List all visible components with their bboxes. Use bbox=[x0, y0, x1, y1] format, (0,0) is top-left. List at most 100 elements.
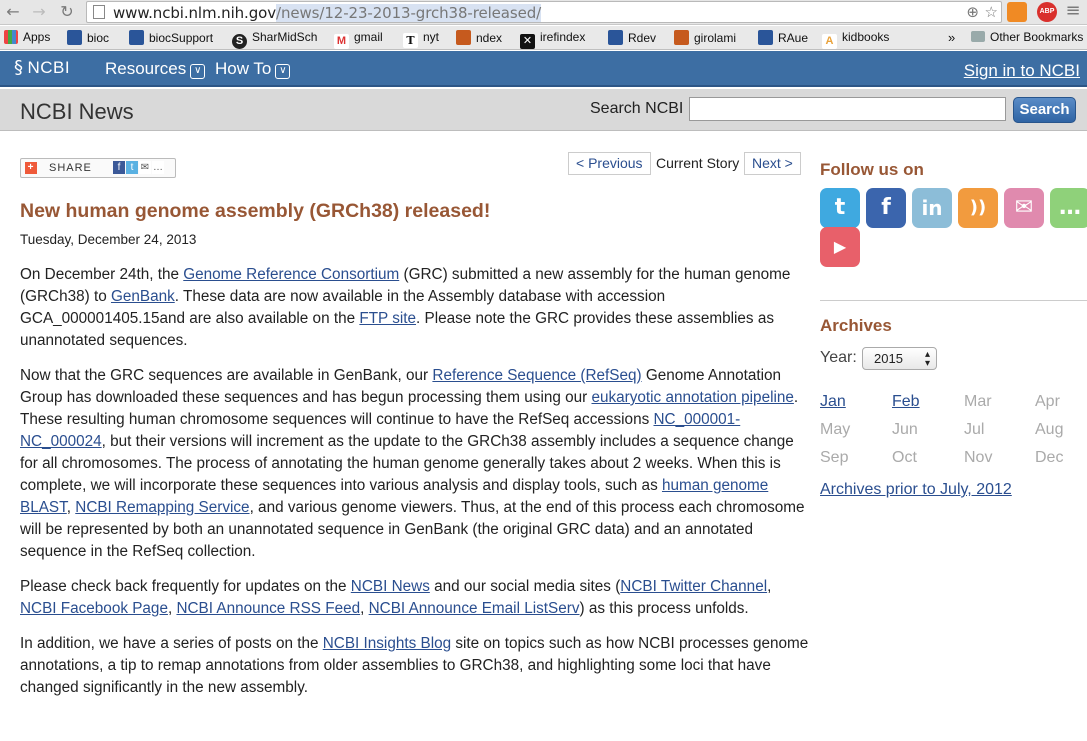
insights-blog-link[interactable]: NCBI Insights Blog bbox=[323, 635, 451, 652]
menu-icon[interactable]: ≡ bbox=[1064, 0, 1082, 21]
month-apr: Apr bbox=[1035, 393, 1060, 410]
sharmidsch-icon: S bbox=[232, 34, 247, 49]
bookmark-rdev[interactable]: Rdev bbox=[608, 30, 656, 45]
ncbi-helix-icon: § bbox=[14, 57, 24, 78]
bookmark-nyt[interactable]: Tnyt bbox=[403, 30, 439, 48]
linkedin-icon[interactable]: in bbox=[912, 188, 952, 228]
month-dec: Dec bbox=[1035, 449, 1064, 466]
social-icons: t f in )) ✉ … ▶ bbox=[820, 188, 1087, 273]
article: New human genome assembly (GRCh38) relea… bbox=[20, 200, 810, 699]
email-icon[interactable]: ✉ bbox=[1004, 188, 1044, 228]
bookmark-sharmidsch[interactable]: S SharMidSch bbox=[232, 30, 317, 49]
nav-resources[interactable]: Resources ∨ bbox=[105, 59, 206, 79]
twitter-icon[interactable]: t bbox=[820, 188, 860, 228]
month-mar: Mar bbox=[964, 393, 992, 410]
month-nov: Nov bbox=[964, 449, 993, 466]
search-button[interactable]: Search bbox=[1013, 97, 1076, 123]
bookmarks-overflow[interactable]: » bbox=[948, 30, 955, 45]
search-input[interactable] bbox=[689, 97, 1006, 121]
bookmark-girolami[interactable]: girolami bbox=[674, 30, 736, 45]
ncbi-news-link[interactable]: NCBI News bbox=[351, 578, 430, 595]
archives-prior-link[interactable]: Archives prior to July, 2012 bbox=[820, 481, 1012, 499]
month-jan[interactable]: Jan bbox=[820, 393, 846, 411]
page-title: NCBI News bbox=[20, 99, 134, 124]
genbank-link[interactable]: GenBank bbox=[111, 288, 175, 305]
ftp-site-link[interactable]: FTP site bbox=[359, 310, 416, 327]
article-paragraph: In addition, we have a series of posts o… bbox=[20, 635, 809, 696]
refseq-link[interactable]: Reference Sequence (RefSeq) bbox=[432, 367, 641, 384]
email-mini-icon[interactable]: ✉ bbox=[139, 161, 151, 174]
twitter-mini-icon[interactable]: t bbox=[126, 161, 138, 174]
bioc-icon bbox=[129, 30, 144, 45]
adblock-icon[interactable]: ABP bbox=[1037, 2, 1057, 22]
share-widget[interactable]: + SHARE f t ✉… bbox=[20, 158, 176, 178]
month-may: May bbox=[820, 421, 851, 438]
previous-story-link[interactable]: < Previous bbox=[568, 152, 651, 175]
forward-icon[interactable]: → bbox=[30, 2, 48, 21]
ncbi-logo[interactable]: § NCBI bbox=[14, 57, 70, 78]
remapping-service-link[interactable]: NCBI Remapping Service bbox=[75, 499, 249, 516]
facebook-icon[interactable]: f bbox=[866, 188, 906, 228]
month-feb[interactable]: Feb bbox=[892, 393, 920, 411]
url-text[interactable]: www.ncbi.nlm.nih.gov/news/12-23-2013-grc… bbox=[113, 4, 541, 22]
address-bar[interactable]: www.ncbi.nlm.nih.gov/news/12-23-2013-grc… bbox=[86, 1, 1002, 23]
share-label: SHARE bbox=[49, 162, 92, 174]
facebook-mini-icon[interactable]: f bbox=[113, 161, 125, 174]
bookmark-gmail[interactable]: Mgmail bbox=[334, 30, 383, 49]
folder-icon bbox=[971, 31, 985, 42]
back-icon[interactable]: ← bbox=[4, 2, 22, 21]
bookmarks-bar: Apps bioc biocSupport S SharMidSch Mgmail… bbox=[0, 26, 1087, 50]
chevron-down-icon: ∨ bbox=[275, 64, 291, 79]
addthis-plus-icon: + bbox=[25, 162, 37, 174]
email-listserv-link[interactable]: NCBI Announce Email ListServ bbox=[369, 600, 580, 617]
page-header: NCBI News Search NCBI Search bbox=[0, 89, 1087, 131]
kidbooks-icon: A bbox=[822, 34, 837, 49]
article-date: Tuesday, December 24, 2013 bbox=[20, 232, 197, 247]
bioc-icon bbox=[67, 30, 82, 45]
girolami-icon bbox=[674, 30, 689, 45]
bookmark-ndex[interactable]: ndex bbox=[456, 30, 502, 45]
article-title: New human genome assembly (GRCh38) relea… bbox=[20, 200, 491, 222]
annotation-pipeline-link[interactable]: eukaryotic annotation pipeline bbox=[591, 389, 793, 406]
ncbi-header: § NCBI Resources ∨ How To ∨ Sign in to NCBI bbox=[0, 51, 1087, 87]
bookmark-apps[interactable]: Apps bbox=[4, 30, 50, 44]
other-bookmarks[interactable]: Other Bookmarks bbox=[971, 30, 1083, 44]
rss-feed-link[interactable]: NCBI Announce RSS Feed bbox=[176, 600, 360, 617]
sidebar-divider bbox=[820, 300, 1087, 301]
current-story-label: Current Story bbox=[656, 155, 740, 171]
facebook-page-link[interactable]: NCBI Facebook Page bbox=[20, 600, 168, 617]
bookmark-irefindex[interactable]: ✕ irefindex bbox=[520, 30, 585, 49]
rdev-icon bbox=[608, 30, 623, 45]
more-mini-icon[interactable]: … bbox=[152, 161, 164, 174]
reload-icon[interactable]: ↻ bbox=[58, 2, 76, 21]
article-paragraph: Please check back frequently for updates… bbox=[20, 578, 772, 617]
rss-extension-icon[interactable] bbox=[1007, 2, 1027, 22]
grc-link[interactable]: Genome Reference Consortium bbox=[183, 266, 399, 283]
youtube-icon[interactable]: ▶ bbox=[820, 227, 860, 267]
gmail-icon: M bbox=[334, 34, 349, 49]
nav-how-to[interactable]: How To ∨ bbox=[215, 59, 291, 79]
month-sep: Sep bbox=[820, 449, 849, 466]
month-jul: Jul bbox=[964, 421, 985, 438]
twitter-channel-link[interactable]: NCBI Twitter Channel bbox=[620, 578, 767, 595]
bookmark-raue[interactable]: RAue bbox=[758, 30, 808, 45]
rss-icon[interactable]: )) bbox=[958, 188, 998, 228]
next-story-link[interactable]: Next > bbox=[744, 152, 801, 175]
follow-heading: Follow us on bbox=[820, 160, 924, 179]
chat-icon[interactable]: … bbox=[1050, 188, 1087, 228]
ndex-icon bbox=[456, 30, 471, 45]
bookmark-bioc[interactable]: bioc bbox=[67, 30, 109, 45]
bookmark-biocsupport[interactable]: biocSupport bbox=[129, 30, 213, 45]
apps-grid-icon bbox=[4, 30, 18, 44]
zoom-icon[interactable]: ⊕ bbox=[966, 3, 979, 21]
bookmark-star-icon[interactable]: ☆ bbox=[985, 3, 998, 21]
month-aug: Aug bbox=[1035, 421, 1064, 438]
bookmark-kidbooks[interactable]: Akidbooks bbox=[822, 30, 889, 49]
search-label: Search NCBI bbox=[590, 100, 684, 117]
month-jun: Jun bbox=[892, 421, 918, 438]
nyt-icon: T bbox=[403, 33, 418, 48]
month-oct: Oct bbox=[892, 449, 917, 466]
sign-in-link[interactable]: Sign in to NCBI bbox=[964, 61, 1080, 81]
article-paragraph: Now that the GRC sequences are available… bbox=[20, 367, 805, 560]
year-select[interactable]: 2015 ▴ ▾ bbox=[862, 347, 937, 370]
